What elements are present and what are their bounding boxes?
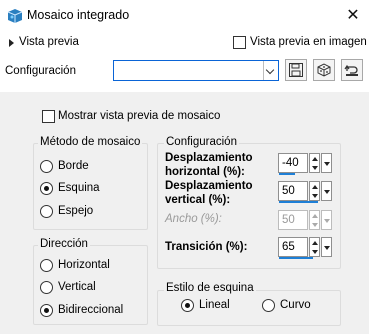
- h-offset-stepper[interactable]: [309, 153, 320, 173]
- width-label: Ancho (%):: [165, 213, 222, 225]
- close-button[interactable]: ✕: [337, 0, 369, 32]
- h-offset-label-line2: horizontal (%):: [165, 166, 245, 178]
- h-offset-label-line1: Desplazamiento: [165, 152, 253, 164]
- save-icon: [289, 63, 303, 77]
- direction-label-horizontal: Horizontal: [58, 259, 110, 271]
- settings-group-title: Configuración: [164, 136, 239, 148]
- corner-style-group-title: Estilo de esquina: [164, 282, 256, 294]
- dice-icon: [317, 63, 331, 77]
- direction-label-vertical: Vertical: [58, 281, 96, 293]
- width-spinner: 50: [278, 210, 332, 230]
- expand-arrow-icon[interactable]: [9, 39, 14, 47]
- direction-radio-bidireccional[interactable]: [40, 304, 53, 317]
- reset-button[interactable]: [341, 59, 363, 81]
- corner-label-curvo: Curvo: [280, 299, 311, 311]
- transition-spinner[interactable]: 65: [278, 237, 332, 259]
- direction-group-title: Dirección: [38, 238, 90, 250]
- transition-label: Transición (%):: [165, 241, 248, 253]
- reset-icon: [344, 64, 358, 76]
- v-offset-input[interactable]: 50: [278, 181, 308, 201]
- method-radio-espejo[interactable]: [40, 205, 53, 218]
- dialog-window: Mosaico integrado ✕ Vista previa Vista p…: [0, 0, 369, 334]
- randomize-button[interactable]: [313, 59, 335, 81]
- method-radio-borde[interactable]: [40, 160, 53, 173]
- direction-label-bidireccional: Bidireccional: [58, 304, 124, 316]
- v-offset-stepper[interactable]: [309, 181, 320, 201]
- width-input: 50: [278, 210, 308, 230]
- method-label-espejo: Espejo: [58, 205, 94, 217]
- tile-preview-checkbox[interactable]: [42, 110, 55, 123]
- window-title: Mosaico integrado: [27, 8, 130, 22]
- corner-radio-curvo[interactable]: [262, 299, 275, 312]
- close-icon: ✕: [346, 7, 360, 24]
- transition-input[interactable]: 65: [278, 237, 308, 257]
- v-offset-label-line2: vertical (%):: [165, 194, 231, 206]
- transition-slider[interactable]: [279, 257, 313, 259]
- method-radio-esquina[interactable]: [40, 182, 53, 195]
- h-offset-dropdown[interactable]: [321, 153, 332, 173]
- direction-radio-horizontal[interactable]: [40, 259, 53, 272]
- preview-in-image-label: Vista previa en imagen: [250, 36, 367, 48]
- preview-toggle[interactable]: Vista previa: [19, 36, 79, 48]
- h-offset-slider[interactable]: [279, 173, 295, 175]
- width-stepper: [309, 210, 320, 230]
- v-offset-slider[interactable]: [279, 201, 318, 203]
- v-offset-dropdown[interactable]: [321, 181, 332, 201]
- corner-radio-lineal[interactable]: [181, 299, 194, 312]
- direction-radio-vertical[interactable]: [40, 281, 53, 294]
- title-bar: Mosaico integrado ✕: [0, 0, 369, 32]
- app-icon: [7, 8, 23, 24]
- transition-stepper[interactable]: [309, 237, 320, 257]
- method-label-borde: Borde: [58, 160, 89, 172]
- transition-dropdown[interactable]: [321, 237, 332, 257]
- v-offset-label-line1: Desplazamiento: [165, 180, 253, 192]
- preview-in-image-checkbox[interactable]: [233, 36, 246, 49]
- config-dropdown[interactable]: [113, 60, 279, 81]
- corner-label-lineal: Lineal: [199, 299, 230, 311]
- method-label-esquina: Esquina: [58, 182, 100, 194]
- h-offset-input[interactable]: -40: [278, 153, 308, 173]
- width-dropdown: [321, 210, 332, 230]
- save-preset-button[interactable]: [285, 59, 307, 81]
- config-label: Configuración: [5, 65, 76, 77]
- chevron-down-icon[interactable]: [263, 61, 278, 80]
- tile-preview-label: Mostrar vista previa de mosaico: [58, 110, 221, 122]
- method-group-title: Método de mosaico: [38, 136, 143, 148]
- h-offset-spinner[interactable]: -40: [278, 153, 332, 175]
- v-offset-spinner[interactable]: 50: [278, 181, 332, 203]
